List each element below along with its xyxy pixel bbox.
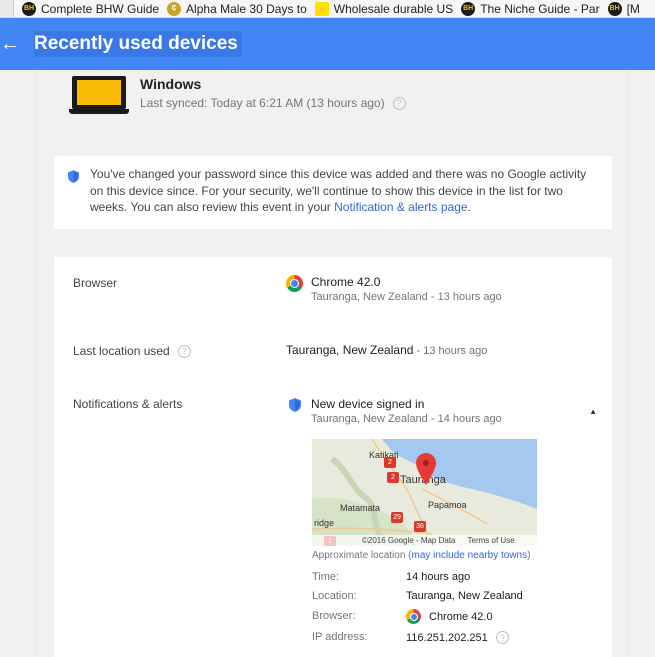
last-location-value-row: Tauranga, New Zealand - 13 hours ago xyxy=(286,343,487,357)
arrow-left-icon[interactable]: ← xyxy=(0,34,20,54)
bookmark-wholesale[interactable]: ⚡ Wholesale durable US xyxy=(314,1,454,16)
nearby-towns-link[interactable]: may include nearby towns xyxy=(412,550,528,561)
location-key: Location: xyxy=(312,590,357,602)
last-location-value: Tauranga, New Zealand xyxy=(286,343,414,357)
bookmark-more[interactable]: BH [M xyxy=(607,1,640,16)
alerts-label: Notifications & alerts xyxy=(73,397,183,411)
coin-icon: ₵ xyxy=(167,1,182,16)
chrome-icon xyxy=(406,609,421,624)
alert-sub: Tauranga, New Zealand - 14 hours ago xyxy=(311,413,502,425)
last-location-sub: - 13 hours ago xyxy=(413,345,488,357)
bhw-icon: BH xyxy=(607,1,622,16)
bookmark-label: Wholesale durable US xyxy=(333,1,454,16)
browser-value: Chrome 42.0 xyxy=(311,275,381,289)
map-attribution: ©2016 Google - Map Data Terms of Use xyxy=(312,535,537,546)
password-change-notice: You've changed your password since this … xyxy=(54,156,612,229)
approximate-location-note: Approximate location (may include nearby… xyxy=(312,550,530,561)
browser-event-row: Chrome 42.0 xyxy=(406,609,493,624)
ip-row: 116.251.202.251 ? xyxy=(406,631,509,644)
bookmarks-bar: BH Complete BHW Guide ₵ Alpha Male 30 Da… xyxy=(0,0,655,18)
ip-key: IP address: xyxy=(312,631,368,643)
route-marker: 2 xyxy=(384,457,396,468)
chrome-icon xyxy=(286,275,303,292)
ip-value: 116.251.202.251 xyxy=(406,631,488,644)
app-bar: ← Recently used devices xyxy=(0,18,655,70)
help-icon[interactable]: ? xyxy=(177,344,191,358)
aliexpress-icon: ⚡ xyxy=(314,1,329,16)
route-marker: 2 xyxy=(387,472,399,483)
bookmarks-overflow-edge[interactable] xyxy=(0,0,14,17)
help-icon[interactable]: ? xyxy=(392,96,406,110)
approx-end: ) xyxy=(527,550,531,561)
notice-text: You've changed your password since this … xyxy=(90,166,602,216)
time-key: Time: xyxy=(312,571,340,583)
notice-end: . xyxy=(467,200,471,214)
notification-alerts-link[interactable]: Notification & alerts page xyxy=(334,200,467,214)
bookmark-label: [M xyxy=(626,1,640,16)
browser-label: Browser xyxy=(73,276,118,290)
alert-row[interactable]: New device signed in Tauranga, New Zeala… xyxy=(286,397,502,425)
route-marker: 36 xyxy=(414,521,426,532)
bookmark-complete-bhw-guide[interactable]: BH Complete BHW Guide xyxy=(22,1,160,16)
device-details-card: Browser Chrome 42.0 Tauranga, New Zealan… xyxy=(54,257,612,657)
browser-event-value: Chrome 42.0 xyxy=(429,610,493,623)
location-map[interactable]: Katikati Tauranga Papamoa Matamata ridge… xyxy=(312,439,537,546)
bookmark-label: Alpha Male 30 Days to xyxy=(186,1,307,16)
help-icon[interactable]: ? xyxy=(495,631,509,644)
route-marker: 29 xyxy=(391,512,403,523)
device-summary: Windows Last synced: Today at 6:21 AM (1… xyxy=(69,76,406,116)
map-label-ridge: ridge xyxy=(314,518,335,528)
location-value: Tauranga, New Zealand xyxy=(406,590,523,602)
laptop-icon xyxy=(69,76,129,116)
bookmark-label: Complete BHW Guide xyxy=(41,1,160,16)
last-location-label-row: Last location used ? xyxy=(73,344,191,358)
bhw-icon: BH xyxy=(461,1,476,16)
approx-text: Approximate location ( xyxy=(312,550,412,561)
bookmark-alpha-male[interactable]: ₵ Alpha Male 30 Days to xyxy=(167,1,307,16)
alert-title: New device signed in xyxy=(311,397,425,411)
map-copyright: ©2016 Google - Map Data xyxy=(362,536,456,545)
device-name: Windows xyxy=(140,76,202,92)
last-location-label: Last location used xyxy=(73,344,170,358)
bhw-icon: BH xyxy=(22,1,36,16)
bookmark-label: The Niche Guide - Par xyxy=(480,1,600,16)
map-pin-icon xyxy=(416,453,436,485)
browser-sub: Tauranga, New Zealand - 13 hours ago xyxy=(311,291,502,303)
shield-icon xyxy=(288,398,301,412)
collapse-caret-icon[interactable]: ▲ xyxy=(589,407,597,416)
device-sync-row: Last synced: Today at 6:21 AM (13 hours … xyxy=(140,96,406,110)
shield-icon xyxy=(68,170,79,183)
map-label-papamoa: Papamoa xyxy=(428,500,467,510)
content-panel: Windows Last synced: Today at 6:21 AM (1… xyxy=(35,70,629,657)
page-title: Recently used devices xyxy=(34,31,242,57)
bookmark-niche-guide[interactable]: BH The Niche Guide - Par xyxy=(461,1,600,16)
time-value: 14 hours ago xyxy=(406,571,471,583)
map-label-matamata: Matamata xyxy=(340,503,381,513)
browser-key: Browser: xyxy=(312,610,356,622)
browser-value-row: Chrome 42.0 Tauranga, New Zealand - 13 h… xyxy=(286,275,502,303)
map-terms-link[interactable]: Terms of Use xyxy=(468,536,515,545)
device-sync-text: Last synced: Today at 6:21 AM (13 hours … xyxy=(140,96,385,110)
